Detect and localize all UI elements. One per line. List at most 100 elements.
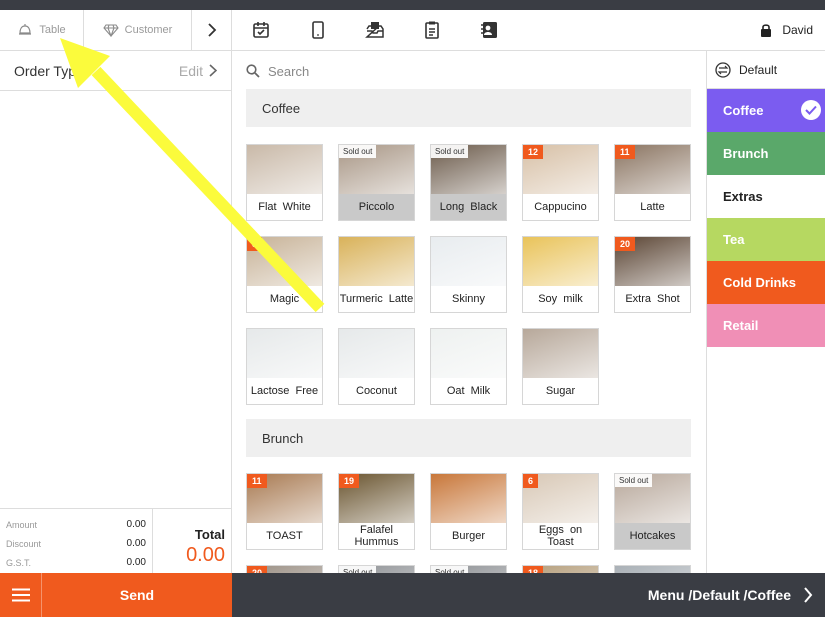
product-tile[interactable]: 12 Cappucino xyxy=(522,144,599,221)
product-tile[interactable]: Sugar xyxy=(522,328,599,405)
product-name: Oat Milk xyxy=(446,385,491,397)
stock-count-badge: 12 xyxy=(523,145,544,159)
product-tile[interactable]: Burger xyxy=(430,473,507,550)
product-name: Skinny xyxy=(451,293,486,305)
category-extras[interactable]: Extras xyxy=(707,175,825,218)
product-tile[interactable]: Sold out xyxy=(430,565,507,573)
product-image xyxy=(431,474,506,523)
tablet-button[interactable] xyxy=(289,10,346,51)
product-name: Coconut xyxy=(356,385,397,397)
order-type-edit[interactable]: Edit xyxy=(179,63,217,79)
total-value: 0.00 xyxy=(186,544,225,566)
product-name: Burger xyxy=(451,530,486,542)
product-name: Turmeric Latte xyxy=(339,293,414,305)
cash-drawer-button[interactable] xyxy=(346,10,403,51)
hamburger-icon xyxy=(11,588,30,602)
totals-row-value: 0.00 xyxy=(126,557,146,568)
totals-row-label: G.S.T. xyxy=(6,557,32,568)
product-name: TOAST xyxy=(266,530,303,542)
category-label: Cold Drinks xyxy=(723,275,796,290)
stock-count-badge: 18 xyxy=(523,566,544,573)
contact-card-button[interactable] xyxy=(460,10,517,51)
tablet-icon xyxy=(311,21,324,39)
stock-count-badge: 5 xyxy=(247,237,263,251)
totals-row: Discount 0.00 xyxy=(6,534,146,553)
product-name: Flat White xyxy=(258,201,311,213)
lock-icon xyxy=(761,23,772,37)
product-tile[interactable]: 20 Extra Shot xyxy=(614,236,691,313)
menu-breadcrumb[interactable]: Menu /Default /Coffee xyxy=(232,573,825,617)
product-tile[interactable]: Sold out Long Black xyxy=(430,144,507,221)
product-image xyxy=(523,237,598,286)
menu-default-switch[interactable]: Default xyxy=(707,51,825,89)
category-label: Tea xyxy=(723,232,745,247)
breadcrumb-text: Menu /Default /Coffee xyxy=(647,587,791,603)
hamburger-menu-button[interactable] xyxy=(0,573,42,617)
pos-app: Table Customer Order Type Edit Amount 0.0… xyxy=(0,0,825,617)
product-tile[interactable]: Lactose Free xyxy=(246,328,323,405)
product-name: Eggs on Toast xyxy=(538,524,583,548)
product-tile[interactable]: Oat Milk xyxy=(430,328,507,405)
order-panel: Table Customer Order Type Edit Amount 0.0… xyxy=(0,10,232,573)
calendar-check-button[interactable] xyxy=(232,10,289,51)
product-tile[interactable]: 18 xyxy=(522,565,599,573)
totals-row-value: 0.00 xyxy=(126,538,146,549)
product-tile[interactable]: 5 Magic xyxy=(246,236,323,313)
category-sidebar: Default Coffee Brunch Extras Tea Cold Drinks… xyxy=(706,51,825,573)
clipboard-button[interactable] xyxy=(403,10,460,51)
search-bar[interactable]: Search xyxy=(246,59,696,83)
product-tile[interactable]: Sold out Piccolo xyxy=(338,144,415,221)
product-name: Long Black xyxy=(431,194,506,220)
window-top-strip xyxy=(0,0,825,10)
product-image xyxy=(431,329,506,378)
totals-row: G.S.T. 0.00 xyxy=(6,553,146,572)
product-tile[interactable]: Sold out xyxy=(338,565,415,573)
category-label: Brunch xyxy=(723,146,769,161)
product-tile[interactable]: 11 TOAST xyxy=(246,473,323,550)
category-label: Extras xyxy=(723,189,763,204)
product-grid: Search Coffee Flat White Sold out Piccolo So… xyxy=(232,51,706,573)
stock-count-badge: 11 xyxy=(247,474,267,488)
category-brunch[interactable]: Brunch xyxy=(707,132,825,175)
totals-row: Amount 0.00 xyxy=(6,515,146,534)
product-tile[interactable]: 11 Latte xyxy=(614,144,691,221)
send-button[interactable]: Send xyxy=(42,573,232,617)
main-toolbar: David xyxy=(232,10,825,51)
product-image xyxy=(431,237,506,286)
product-tile[interactable]: 6 Eggs on Toast xyxy=(522,473,599,550)
category-cold-drinks[interactable]: Cold Drinks xyxy=(707,261,825,304)
product-tile[interactable]: Coconut xyxy=(338,328,415,405)
category-tea[interactable]: Tea xyxy=(707,218,825,261)
category-coffee[interactable]: Coffee xyxy=(707,89,825,132)
product-image xyxy=(523,329,598,378)
customer-tab[interactable]: Customer xyxy=(84,10,192,50)
product-name: Sugar xyxy=(545,385,576,397)
expand-panel-button[interactable] xyxy=(192,10,231,50)
category-retail[interactable]: Retail xyxy=(707,304,825,347)
product-image xyxy=(339,329,414,378)
product-tile[interactable]: Sold out Hotcakes xyxy=(614,473,691,550)
product-name: Lactose Free xyxy=(250,385,319,397)
product-tile[interactable]: Skinny xyxy=(430,236,507,313)
swap-icon xyxy=(715,61,731,78)
product-tile[interactable]: 20 xyxy=(246,565,323,573)
search-icon xyxy=(246,64,260,78)
product-tile[interactable]: Flat White xyxy=(246,144,323,221)
order-type-row[interactable]: Order Type Edit xyxy=(0,51,231,91)
category-label: Retail xyxy=(723,318,759,333)
sold-out-badge: Sold out xyxy=(431,566,469,573)
total-label: Total xyxy=(194,527,225,542)
search-input[interactable]: Search xyxy=(268,64,309,79)
table-tab[interactable]: Table xyxy=(0,10,84,50)
product-tile[interactable]: Soy milk xyxy=(522,236,599,313)
user-menu[interactable]: David xyxy=(760,23,825,38)
product-tile[interactable]: Turmeric Latte xyxy=(338,236,415,313)
clipboard-icon xyxy=(424,21,439,39)
product-tile[interactable]: 19 Falafel Hummus xyxy=(338,473,415,550)
table-tab-label: Table xyxy=(39,24,66,36)
product-name: Cappucino xyxy=(534,201,587,213)
totals-breakdown: Amount 0.00 Discount 0.00 G.S.T. 0.00 xyxy=(0,509,153,573)
stock-count-badge: 6 xyxy=(523,474,539,488)
product-tile[interactable] xyxy=(614,565,691,573)
stock-count-badge: 11 xyxy=(615,145,635,159)
